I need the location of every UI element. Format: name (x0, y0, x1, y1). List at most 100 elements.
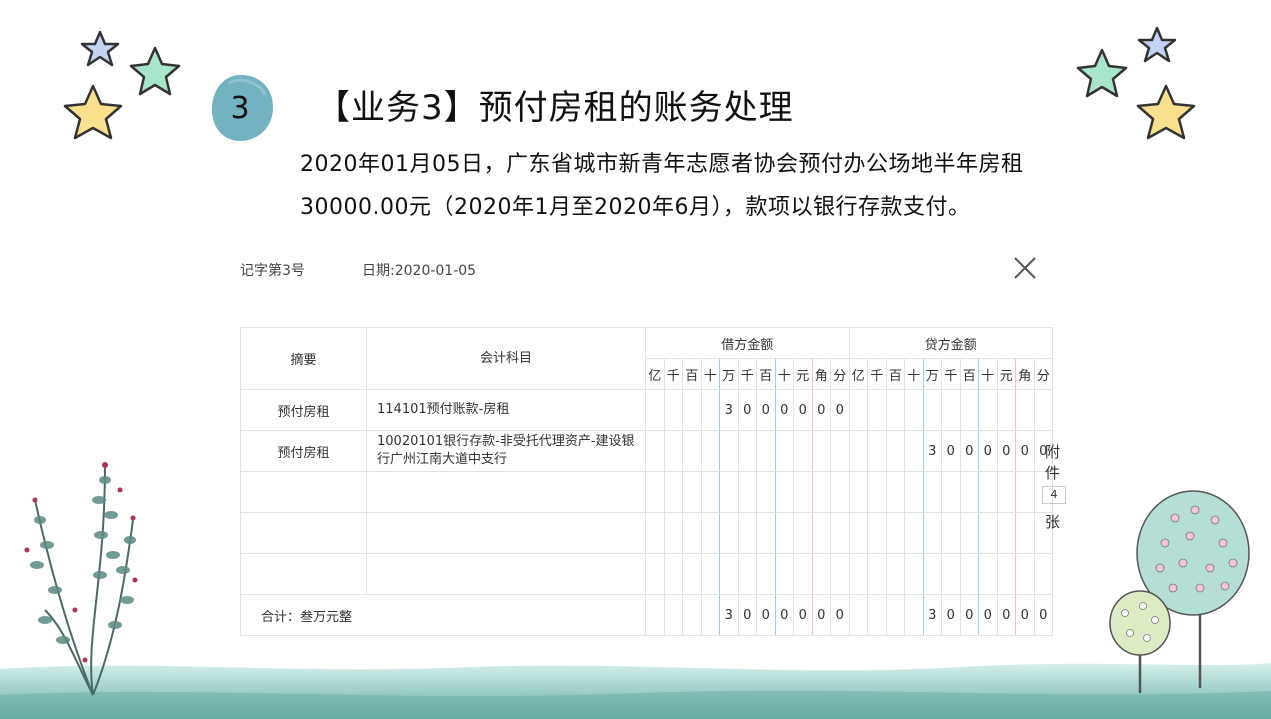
credit-digit-cell[interactable] (885, 389, 905, 431)
debit-digit-cell[interactable] (663, 471, 683, 513)
debit-digit-cell[interactable] (737, 430, 757, 472)
credit-digit-cell[interactable] (848, 389, 868, 431)
credit-digit-cell[interactable]: 0 (1015, 430, 1035, 472)
account-cell[interactable] (366, 553, 646, 595)
debit-digit-cell[interactable] (830, 553, 850, 595)
credit-digit-cell[interactable] (885, 471, 905, 513)
credit-digit-cell[interactable]: 0 (978, 430, 998, 472)
debit-digit-cell[interactable] (700, 512, 720, 554)
credit-digit-cell[interactable] (996, 553, 1016, 595)
credit-digit-cell[interactable] (978, 389, 998, 431)
credit-digit-cell[interactable] (1015, 389, 1035, 431)
credit-digit-cell[interactable] (848, 553, 868, 595)
credit-digit-cell[interactable] (904, 430, 924, 472)
credit-digit-cell[interactable] (922, 471, 942, 513)
debit-digit-cell[interactable] (737, 471, 757, 513)
debit-digit-cell[interactable] (830, 471, 850, 513)
credit-digit-cell[interactable] (885, 553, 905, 595)
credit-digit-cell[interactable] (941, 512, 961, 554)
credit-digit-cell[interactable] (867, 471, 887, 513)
debit-digit-cell[interactable] (811, 471, 831, 513)
credit-digit-cell[interactable] (959, 389, 979, 431)
debit-digit-cell[interactable] (830, 430, 850, 472)
table-row[interactable]: 预付房租 114101预付账款-房租 3 0 0 0 0 0 0 (240, 389, 1053, 431)
credit-digit-cell[interactable] (848, 430, 868, 472)
summary-cell[interactable] (240, 471, 367, 513)
debit-digit-cell[interactable] (774, 430, 794, 472)
credit-digit-cell[interactable] (867, 553, 887, 595)
credit-digit-cell[interactable] (922, 512, 942, 554)
debit-digit-cell[interactable] (793, 553, 813, 595)
credit-digit-cell[interactable] (867, 389, 887, 431)
debit-digit-cell[interactable] (719, 471, 739, 513)
debit-digit-cell[interactable]: 0 (830, 389, 850, 431)
debit-digit-cell[interactable] (645, 512, 665, 554)
credit-digit-cell[interactable] (959, 553, 979, 595)
credit-digit-cell[interactable] (978, 471, 998, 513)
debit-digit-cell[interactable] (811, 512, 831, 554)
debit-digit-cell[interactable] (682, 389, 702, 431)
credit-digit-cell[interactable] (867, 512, 887, 554)
debit-digit-cell[interactable] (774, 471, 794, 513)
credit-digit-cell[interactable] (904, 553, 924, 595)
debit-digit-cell[interactable] (663, 430, 683, 472)
credit-digit-cell[interactable] (1033, 553, 1053, 595)
debit-digit-cell[interactable] (700, 430, 720, 472)
debit-digit-cell[interactable] (663, 389, 683, 431)
debit-digit-cell[interactable] (737, 553, 757, 595)
debit-digit-cell[interactable]: 0 (793, 389, 813, 431)
credit-digit-cell[interactable] (867, 430, 887, 472)
credit-digit-cell[interactable] (978, 553, 998, 595)
debit-digit-cell[interactable] (737, 512, 757, 554)
debit-digit-cell[interactable] (793, 430, 813, 472)
debit-digit-cell[interactable] (793, 471, 813, 513)
credit-digit-cell[interactable] (959, 471, 979, 513)
credit-digit-cell[interactable] (904, 512, 924, 554)
credit-digit-cell[interactable] (959, 512, 979, 554)
credit-digit-cell[interactable] (996, 512, 1016, 554)
credit-digit-cell[interactable] (922, 553, 942, 595)
debit-digit-cell[interactable] (774, 512, 794, 554)
debit-digit-cell[interactable] (756, 512, 776, 554)
credit-digit-cell[interactable] (1015, 471, 1035, 513)
debit-digit-cell[interactable] (811, 553, 831, 595)
debit-digit-cell[interactable] (700, 389, 720, 431)
table-row[interactable] (240, 512, 1053, 554)
credit-digit-cell[interactable] (941, 389, 961, 431)
credit-digit-cell[interactable] (848, 471, 868, 513)
debit-digit-cell[interactable] (645, 553, 665, 595)
credit-digit-cell[interactable] (922, 389, 942, 431)
debit-digit-cell[interactable]: 0 (737, 389, 757, 431)
credit-digit-cell[interactable]: 0 (996, 430, 1016, 472)
debit-digit-cell[interactable] (756, 471, 776, 513)
table-row[interactable] (240, 553, 1053, 595)
summary-cell[interactable] (240, 553, 367, 595)
debit-digit-cell[interactable] (756, 553, 776, 595)
debit-digit-cell[interactable] (682, 471, 702, 513)
debit-digit-cell[interactable]: 0 (756, 389, 776, 431)
debit-digit-cell[interactable]: 3 (719, 389, 739, 431)
summary-cell[interactable] (240, 512, 367, 554)
credit-digit-cell[interactable]: 3 (922, 430, 942, 472)
debit-digit-cell[interactable] (682, 553, 702, 595)
credit-digit-cell[interactable] (996, 389, 1016, 431)
summary-cell[interactable]: 预付房租 (240, 430, 367, 472)
credit-digit-cell[interactable] (848, 512, 868, 554)
table-row[interactable]: 预付房租 10020101银行存款-非受托代理资产-建设银行广州江南大道中支行 3 0… (240, 430, 1053, 472)
summary-cell[interactable]: 预付房租 (240, 389, 367, 431)
debit-digit-cell[interactable] (793, 512, 813, 554)
account-cell[interactable]: 10020101银行存款-非受托代理资产-建设银行广州江南大道中支行 (366, 430, 646, 472)
debit-digit-cell[interactable] (719, 512, 739, 554)
credit-digit-cell[interactable] (885, 430, 905, 472)
debit-digit-cell[interactable] (645, 471, 665, 513)
debit-digit-cell[interactable] (700, 471, 720, 513)
table-row[interactable] (240, 471, 1053, 513)
credit-digit-cell[interactable] (904, 471, 924, 513)
debit-digit-cell[interactable] (719, 553, 739, 595)
credit-digit-cell[interactable] (1015, 512, 1035, 554)
credit-digit-cell[interactable]: 0 (941, 430, 961, 472)
credit-digit-cell[interactable] (1015, 553, 1035, 595)
debit-digit-cell[interactable] (811, 430, 831, 472)
credit-digit-cell[interactable] (904, 389, 924, 431)
debit-digit-cell[interactable] (663, 553, 683, 595)
